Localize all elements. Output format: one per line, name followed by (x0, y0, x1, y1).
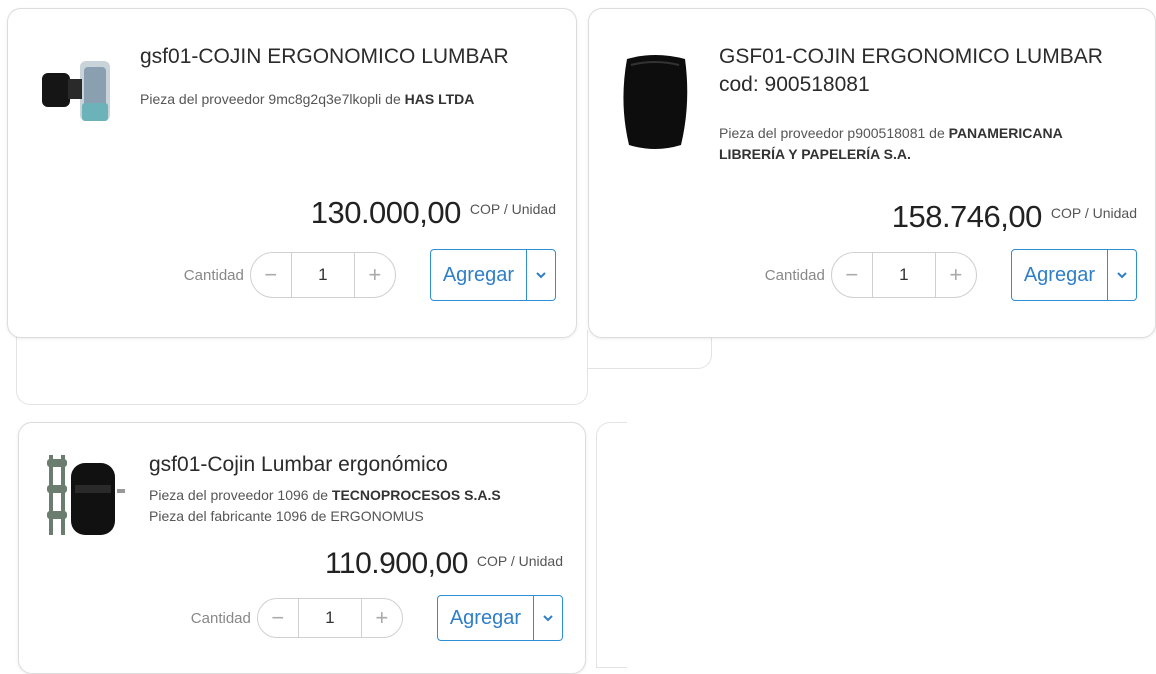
supplier-line: Pieza del proveedor 1096 de TECNOPROCESO… (149, 485, 559, 506)
manufacturer-line: Pieza del fabricante 1096 de ERGONOMUS (149, 506, 559, 527)
price-amount: 158.746,00 (891, 199, 1043, 234)
quantity-label: Cantidad (190, 609, 251, 627)
chevron-down-icon (536, 272, 546, 279)
product-title[interactable]: gsf01-COJIN ERGONOMICO LUMBAR (140, 43, 560, 71)
background-card (596, 422, 627, 668)
supplier-prefix: Pieza del proveedor p900518081 de (719, 125, 945, 141)
product-image[interactable] (615, 53, 693, 153)
add-button-group: Agregar (436, 595, 563, 641)
quantity-input[interactable]: 1 (297, 599, 362, 637)
product-image[interactable] (36, 53, 112, 127)
price-block: 130.000,00 COP / Unidad (311, 195, 556, 231)
manufacturer-name: ERGONOMUS (330, 508, 424, 524)
minus-icon: − (264, 262, 278, 287)
quantity-label: Cantidad (764, 266, 825, 284)
increment-button[interactable]: + (355, 253, 395, 297)
quantity-row: Cantidad − 1 + Agregar (184, 249, 556, 301)
supplier-info: Pieza del proveedor 9mc8g2q3e7lkopli de … (140, 89, 560, 110)
decrement-button[interactable]: − (251, 253, 291, 297)
product-title[interactable]: gsf01-Cojin Lumbar ergonómico (149, 451, 559, 479)
increment-button[interactable]: + (936, 253, 976, 297)
add-to-cart-button[interactable]: Agregar (1010, 249, 1108, 301)
quantity-input[interactable]: 1 (290, 253, 355, 297)
product-title[interactable]: GSF01-COJIN ERGONOMICO LUMBAR cod: 90051… (719, 43, 1119, 99)
manufacturer-prefix: Pieza del fabricante 1096 de (149, 508, 327, 524)
add-to-cart-button[interactable]: Agregar (436, 595, 534, 641)
price-unit: COP / Unidad (1050, 205, 1137, 221)
minus-icon: − (271, 605, 285, 630)
add-button-group: Agregar (429, 249, 556, 301)
supplier-name: HAS LTDA (404, 91, 475, 107)
plus-icon: + (368, 262, 382, 287)
quantity-stepper: − 1 + (256, 598, 403, 638)
quantity-stepper: − 1 + (830, 252, 977, 298)
product-card: gsf01-COJIN ERGONOMICO LUMBAR Pieza del … (7, 8, 577, 338)
supplier-prefix: Pieza del proveedor 1096 de (149, 487, 329, 503)
quantity-row: Cantidad − 1 + Agregar (765, 249, 1137, 301)
quantity-stepper: − 1 + (249, 252, 396, 298)
supplier-prefix: Pieza del proveedor 9mc8g2q3e7lkopli de (140, 91, 401, 107)
price-unit: COP / Unidad (476, 553, 563, 569)
increment-button[interactable]: + (362, 599, 402, 637)
quantity-row: Cantidad − 1 + Agregar (191, 595, 563, 641)
background-card (16, 330, 588, 405)
product-card: GSF01-COJIN ERGONOMICO LUMBAR cod: 90051… (588, 8, 1156, 338)
chevron-down-icon (543, 615, 553, 622)
add-options-button[interactable] (1108, 249, 1137, 301)
price-block: 110.900,00 COP / Unidad (325, 547, 563, 581)
chevron-down-icon (1117, 272, 1127, 279)
price-unit: COP / Unidad (469, 201, 556, 217)
add-to-cart-button[interactable]: Agregar (429, 249, 527, 301)
plus-icon: + (375, 605, 389, 630)
quantity-label: Cantidad (183, 266, 244, 284)
decrement-button[interactable]: − (258, 599, 298, 637)
supplier-info: Pieza del proveedor p900518081 de PANAME… (719, 123, 1119, 165)
plus-icon: + (949, 262, 963, 287)
decrement-button[interactable]: − (832, 253, 872, 297)
supplier-info: Pieza del proveedor 1096 de TECNOPROCESO… (149, 485, 559, 527)
price-block: 158.746,00 COP / Unidad (892, 199, 1137, 235)
supplier-name: TECNOPROCESOS S.A.S (331, 487, 501, 503)
price-amount: 130.000,00 (310, 195, 462, 230)
minus-icon: − (845, 262, 859, 287)
price-amount: 110.900,00 (324, 547, 468, 580)
add-button-group: Agregar (1010, 249, 1137, 301)
add-options-button[interactable] (527, 249, 556, 301)
product-card: gsf01-Cojin Lumbar ergonómico Pieza del … (18, 422, 586, 674)
add-options-button[interactable] (534, 595, 563, 641)
quantity-input[interactable]: 1 (871, 253, 936, 297)
product-image[interactable] (45, 449, 129, 547)
